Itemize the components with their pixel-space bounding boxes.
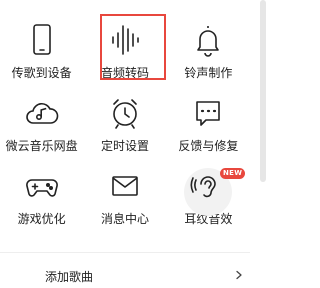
feedback-icon <box>196 101 221 126</box>
feedback-repair-button[interactable]: 反馈与修复 <box>167 87 250 160</box>
audio-transcode-label: 音频转码 <box>100 66 149 80</box>
ringtone-maker-label: 铃声制作 <box>184 66 233 80</box>
bell-icon <box>197 26 220 57</box>
divider <box>0 252 250 253</box>
message-center-label: 消息中心 <box>100 212 149 226</box>
ear-sound-effect-button[interactable]: NEW 耳纹音效 <box>167 160 250 233</box>
tools-grid: 传歌到设备 音频转码 铃声制作 微云音乐网盘 定时设置 反馈与修复 游戏优化 消… <box>0 0 250 233</box>
transfer-to-device-button[interactable]: 传歌到设备 <box>0 14 83 87</box>
timer-settings-label: 定时设置 <box>100 139 149 153</box>
add-song-label: 添加歌曲 <box>45 269 94 284</box>
tools-menu-panel: 传歌到设备 音频转码 铃声制作 微云音乐网盘 定时设置 反馈与修复 游戏优化 消… <box>0 0 268 288</box>
weiyun-music-drive-button[interactable]: 微云音乐网盘 <box>0 87 83 160</box>
scrollbar[interactable] <box>260 0 266 182</box>
gamepad-icon <box>25 179 58 197</box>
message-center-button[interactable]: 消息中心 <box>83 160 166 233</box>
game-optimize-label: 游戏优化 <box>17 212 66 226</box>
feedback-repair-label: 反馈与修复 <box>178 139 239 153</box>
waveform-icon <box>112 25 139 55</box>
transfer-to-device-label: 传歌到设备 <box>11 66 72 80</box>
game-optimize-button[interactable]: 游戏优化 <box>0 160 83 233</box>
alarm-clock-icon <box>113 99 137 129</box>
weiyun-music-drive-label: 微云音乐网盘 <box>5 139 78 153</box>
ringtone-maker-button[interactable]: 铃声制作 <box>167 14 250 87</box>
new-badge: NEW <box>219 168 246 179</box>
chevron-right-icon <box>236 270 242 280</box>
audio-transcode-button[interactable]: 音频转码 <box>83 14 166 87</box>
phone-icon <box>32 24 51 55</box>
envelope-icon <box>112 176 138 196</box>
timer-settings-button[interactable]: 定时设置 <box>83 87 166 160</box>
add-song-menu-item[interactable]: 添加歌曲 <box>0 264 250 288</box>
cloud-music-icon <box>25 103 58 124</box>
